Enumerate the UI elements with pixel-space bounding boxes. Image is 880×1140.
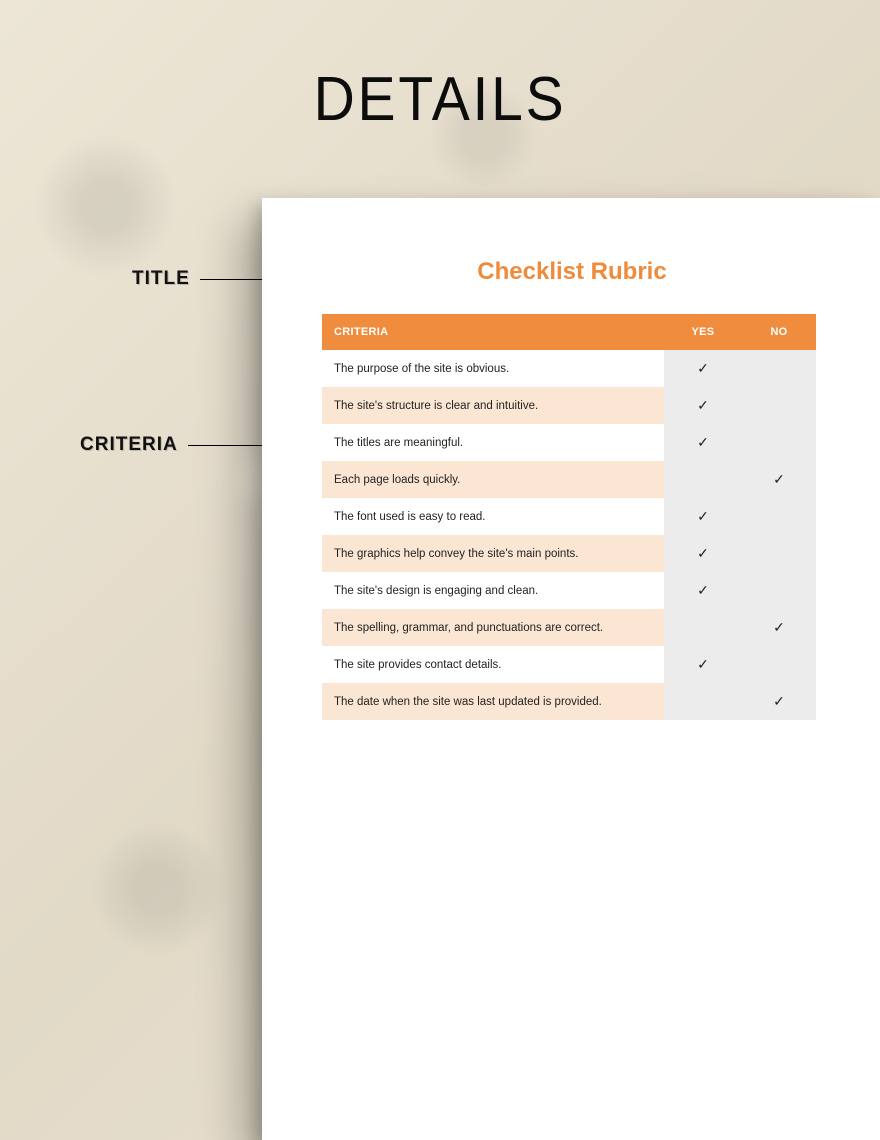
table-row: The site's design is engaging and clean.…	[322, 572, 816, 609]
page-heading: DETAILS	[35, 64, 845, 135]
criteria-cell: The site's structure is clear and intuit…	[322, 387, 664, 424]
criteria-cell: The titles are meaningful.	[322, 424, 664, 461]
no-cell	[740, 350, 816, 387]
yes-cell: ✓	[664, 535, 740, 572]
criteria-cell: The font used is easy to read.	[322, 498, 664, 535]
criteria-cell: The site's design is engaging and clean.	[322, 572, 664, 609]
check-icon: ✓	[697, 397, 709, 413]
criteria-cell: The site provides contact details.	[322, 646, 664, 683]
check-icon: ✓	[697, 434, 709, 450]
no-cell	[740, 535, 816, 572]
no-cell	[740, 387, 816, 424]
col-header-yes: YES	[664, 314, 740, 350]
table-row: Each page loads quickly. ✓	[322, 461, 816, 498]
table-row: The font used is easy to read. ✓	[322, 498, 816, 535]
table-body: The purpose of the site is obvious.✓The …	[322, 350, 816, 720]
no-cell	[740, 498, 816, 535]
yes-cell: ✓	[664, 646, 740, 683]
callout-criteria-label: CRITERIA	[80, 434, 178, 456]
table-row: The date when the site was last updated …	[322, 683, 816, 720]
check-icon: ✓	[697, 508, 709, 524]
criteria-cell: The date when the site was last updated …	[322, 683, 664, 720]
yes-cell	[664, 461, 740, 498]
yes-cell: ✓	[664, 387, 740, 424]
yes-cell: ✓	[664, 498, 740, 535]
check-icon: ✓	[697, 360, 709, 376]
no-cell: ✓	[740, 683, 816, 720]
criteria-cell: The purpose of the site is obvious.	[322, 350, 664, 387]
checklist-table: CRITERIA YES NO The purpose of the site …	[322, 314, 816, 720]
document-title: Checklist Rubric	[262, 258, 880, 286]
table-row: The graphics help convey the site's main…	[322, 535, 816, 572]
document-page: Checklist Rubric CRITERIA YES NO The pur…	[262, 198, 880, 1140]
check-icon: ✓	[697, 582, 709, 598]
check-icon: ✓	[773, 471, 785, 487]
criteria-cell: The graphics help convey the site's main…	[322, 535, 664, 572]
no-cell	[740, 572, 816, 609]
no-cell: ✓	[740, 461, 816, 498]
criteria-cell: Each page loads quickly.	[322, 461, 664, 498]
callout-title-label: TITLE	[132, 268, 190, 290]
table-row: The spelling, grammar, and punctuations …	[322, 609, 816, 646]
yes-cell	[664, 683, 740, 720]
yes-cell: ✓	[664, 424, 740, 461]
no-cell	[740, 646, 816, 683]
criteria-cell: The spelling, grammar, and punctuations …	[322, 609, 664, 646]
check-icon: ✓	[773, 619, 785, 635]
table-row: The site's structure is clear and intuit…	[322, 387, 816, 424]
yes-cell: ✓	[664, 572, 740, 609]
yes-cell: ✓	[664, 350, 740, 387]
no-cell: ✓	[740, 609, 816, 646]
check-icon: ✓	[697, 656, 709, 672]
check-icon: ✓	[697, 545, 709, 561]
check-icon: ✓	[773, 693, 785, 709]
table-row: The titles are meaningful. ✓	[322, 424, 816, 461]
yes-cell	[664, 609, 740, 646]
no-cell	[740, 424, 816, 461]
col-header-criteria: CRITERIA	[322, 314, 664, 350]
col-header-no: NO	[740, 314, 816, 350]
table-header-row: CRITERIA YES NO	[322, 314, 816, 350]
table-row: The purpose of the site is obvious. ✓	[322, 350, 816, 387]
table-row: The site provides contact details. ✓	[322, 646, 816, 683]
